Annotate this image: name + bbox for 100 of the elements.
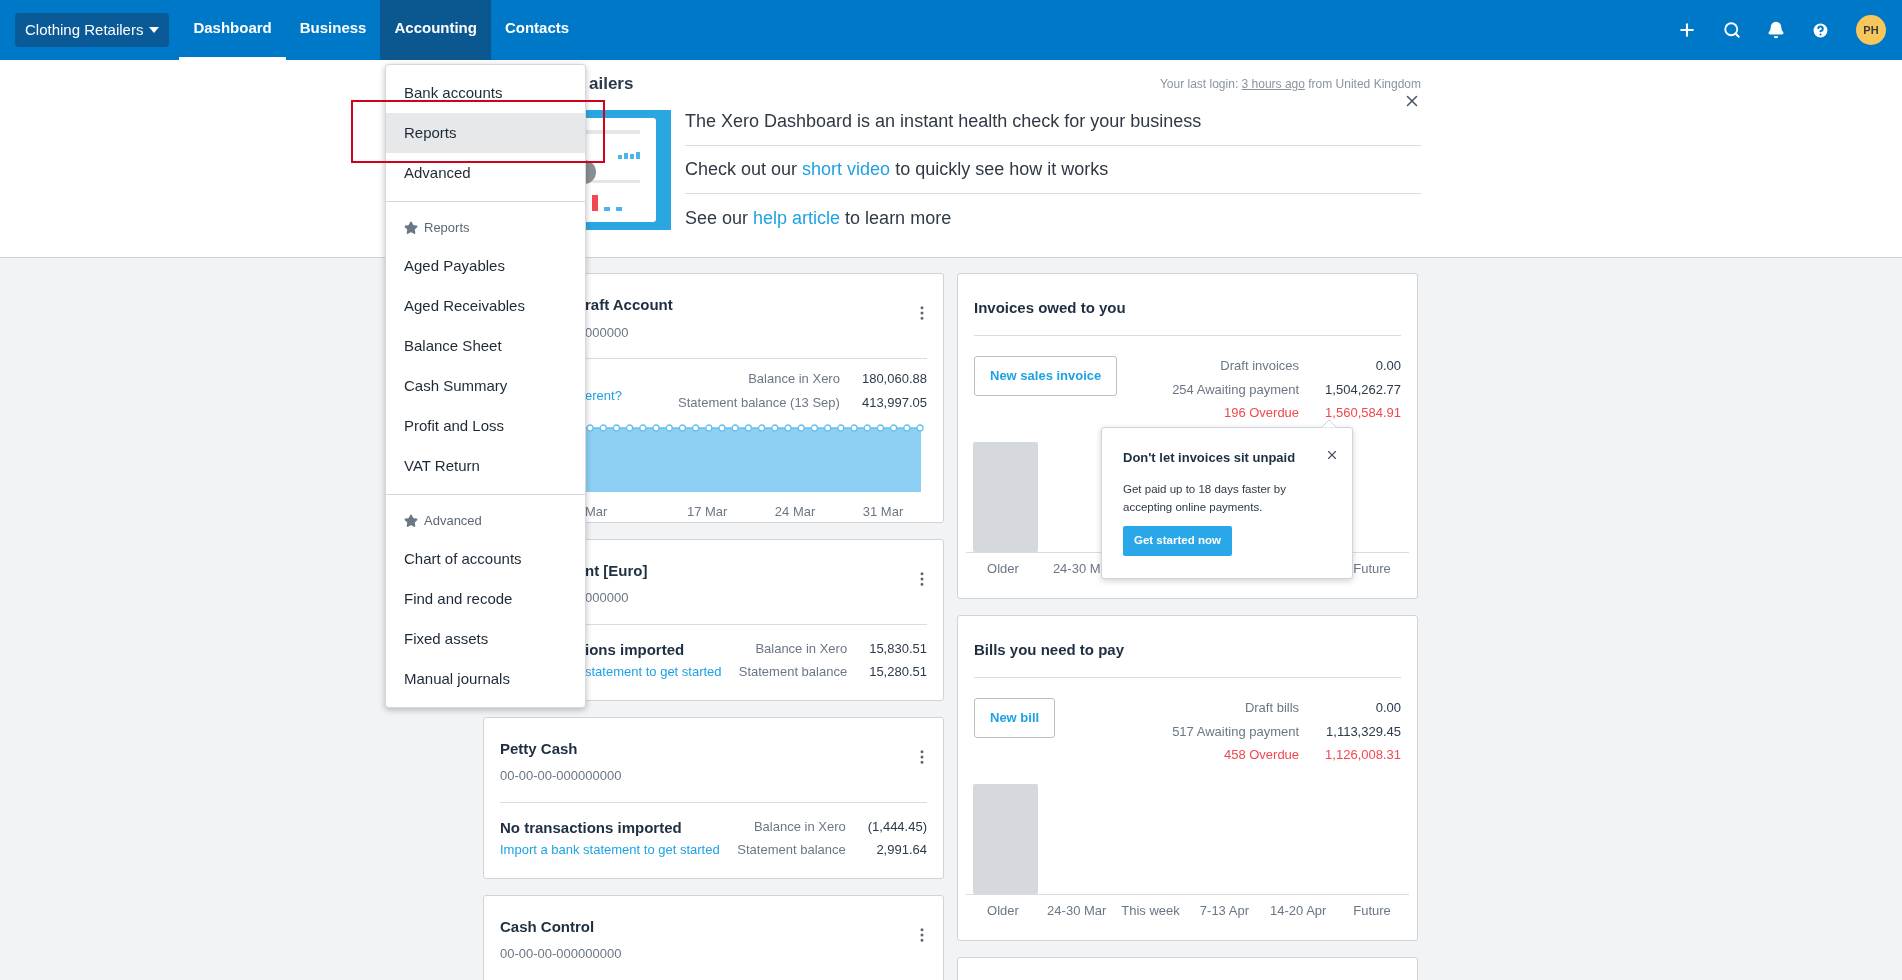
star-icon <box>404 514 418 528</box>
account-number: 00-00-00-000000000 <box>500 767 622 785</box>
popover-title: Don't let invoices sit unpaid <box>1123 449 1296 467</box>
nav-tab[interactable]: Contacts <box>490 0 584 60</box>
axis-label: Future <box>1353 559 1391 578</box>
stat-label: Statement balance <box>738 663 848 681</box>
account-number: 00-00-00-000000000 <box>500 945 622 963</box>
account-title: Petty Cash <box>500 738 579 759</box>
menu-section-heading: Reports <box>424 219 470 238</box>
data-point <box>823 424 832 432</box>
data-point <box>837 424 845 432</box>
close-icon[interactable] <box>1325 448 1339 462</box>
stat-label: 196 Overdue <box>1222 404 1300 422</box>
user-avatar[interactable]: PH <box>1856 15 1886 45</box>
stat-label: 458 Overdue <box>1222 746 1300 764</box>
axis-label: This week <box>1121 901 1180 920</box>
account-title: nt [Euro] <box>585 560 648 581</box>
axis-label: 24 Mar <box>773 503 817 521</box>
stat-value: 1,504,262.77 <box>1325 380 1401 399</box>
organisation-switcher[interactable]: Clothing Retailers <box>15 13 170 47</box>
menu-item[interactable]: Find and recode <box>386 579 585 619</box>
menu-item[interactable]: Bank accounts <box>386 73 585 113</box>
notifications-icon[interactable] <box>1767 21 1785 39</box>
nav-tab[interactable]: Accounting <box>380 0 491 60</box>
axis-label: 14-20 Apr <box>1270 901 1327 920</box>
stat-value: 180,060.88 <box>861 370 927 388</box>
data-point <box>599 424 607 432</box>
menu-item[interactable]: Cash Summary <box>386 366 585 406</box>
stat-value: 0.00 <box>1374 699 1401 717</box>
help-icon[interactable] <box>1811 20 1830 40</box>
stat-label: Balance in Xero <box>747 370 840 388</box>
banner-text: See our help article to learn more <box>685 206 952 230</box>
stat-label: Balance in Xero <box>752 817 846 836</box>
data-point <box>705 424 713 432</box>
popover-text: Get paid up to 18 days faster by accepting online payments. <box>1123 481 1288 515</box>
data-point <box>757 424 766 432</box>
data-point <box>863 424 871 432</box>
menu-item[interactable]: Advanced <box>386 153 585 193</box>
stat-value: 15,280.51 <box>869 663 927 681</box>
organisation-title: ailers <box>589 73 634 96</box>
menu-item[interactable]: Aged Receivables <box>386 286 585 326</box>
card-title: Invoices owed to you <box>974 299 1126 316</box>
stat-value: 0.00 <box>1374 357 1401 375</box>
menu-item[interactable]: Profit and Loss <box>386 406 585 446</box>
data-point <box>639 424 647 432</box>
stat-label: 254 Awaiting payment <box>1172 380 1300 399</box>
data-point <box>652 424 660 432</box>
stat-value: 2,991.64 <box>875 841 927 859</box>
data-point <box>625 424 634 432</box>
data-point <box>678 424 687 432</box>
menu-item[interactable]: Reports <box>386 113 585 153</box>
banner-text: The Xero Dashboard is an instant health check for your business <box>685 110 1202 133</box>
axis-label: Older <box>987 559 1019 578</box>
menu-item[interactable]: Aged Payables <box>386 246 585 286</box>
axis-label: Future <box>1353 901 1391 920</box>
caret-icon <box>149 27 160 33</box>
star-icon <box>404 221 418 235</box>
last-login-text: Your last login: 3 hours ago from United Kingdom <box>1159 76 1421 93</box>
axis-label: 24-30 Mar <box>1047 901 1107 920</box>
data-point <box>771 424 779 432</box>
account-title: Cash Control <box>500 916 596 937</box>
axis-label: 31 Mar <box>861 503 905 521</box>
stat-label: 517 Awaiting payment <box>1172 722 1300 741</box>
add-icon[interactable] <box>1677 20 1697 40</box>
menu-item[interactable]: Chart of accounts <box>386 539 585 579</box>
stat-label: Draft invoices <box>1219 357 1300 375</box>
axis-label: 17 Mar <box>685 503 729 521</box>
data-point <box>784 424 792 432</box>
search-icon[interactable] <box>1723 21 1741 39</box>
data-point <box>665 424 673 432</box>
data-point <box>810 424 819 432</box>
data-point <box>744 424 753 432</box>
data-point <box>903 424 911 432</box>
axis-label: 7-13 Apr <box>1199 901 1249 920</box>
stat-label: Statement balance (13 Sep) <box>678 393 840 412</box>
data-point <box>691 424 700 432</box>
data-point <box>889 424 898 432</box>
banner-text: Check out our short video to quickly see how it works <box>685 158 1109 181</box>
data-point <box>850 424 858 432</box>
menu-item[interactable]: Balance Sheet <box>386 326 585 366</box>
menu-item[interactable]: Fixed assets <box>386 619 585 659</box>
account-number: 000000 <box>585 589 630 607</box>
axis-label: Mar <box>585 503 609 521</box>
axis-label: 24-30 M <box>1052 559 1101 578</box>
nav-tab[interactable]: Business <box>285 0 381 60</box>
data-point <box>731 424 739 432</box>
stat-value: 15,830.51 <box>869 639 927 658</box>
account-number: 000000 <box>585 323 630 342</box>
data-point <box>797 424 805 432</box>
menu-item[interactable]: VAT Return <box>386 446 585 486</box>
feed-status-heading: ions imported <box>585 640 686 660</box>
menu-section-heading: Advanced <box>424 512 482 531</box>
stat-label: Draft bills <box>1243 699 1300 717</box>
stat-value: 413,997.05 <box>861 393 927 412</box>
stat-label: Balance in Xero <box>754 639 848 658</box>
stat-value: (1,444.45) <box>867 817 927 836</box>
stat-label: Statement balance <box>737 841 846 859</box>
menu-item[interactable]: Manual journals <box>386 659 585 699</box>
account-title: raft Account <box>585 295 673 315</box>
stat-value: 1,560,584.91 <box>1325 404 1401 422</box>
